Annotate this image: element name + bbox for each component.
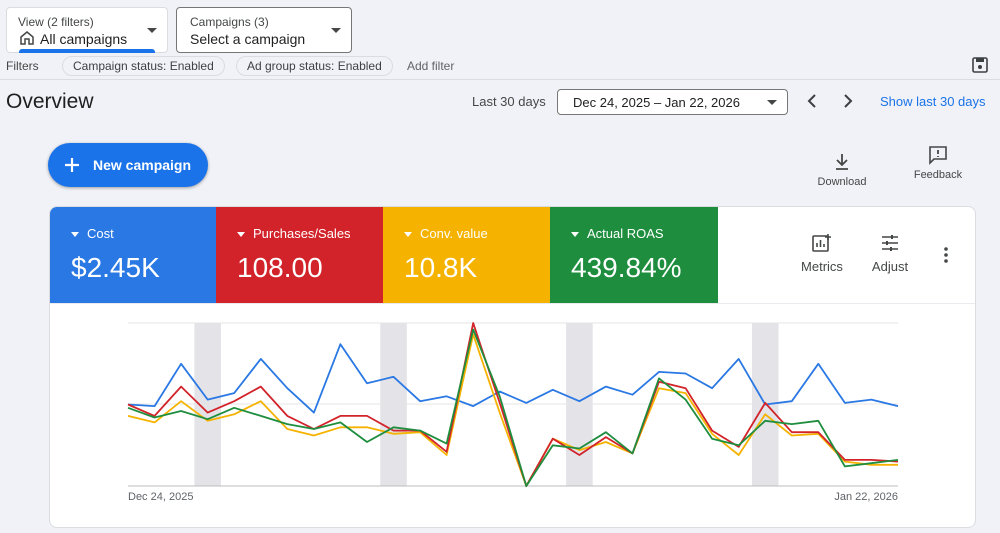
adjust-button[interactable]: Adjust xyxy=(863,233,917,274)
performance-card: Cost $2.45K Purchases/Sales 108.00 Conv.… xyxy=(49,206,976,528)
metric-label: Actual ROAS xyxy=(587,226,664,241)
metrics-button[interactable]: Metrics xyxy=(794,233,850,274)
view-selector-value: All campaigns xyxy=(40,31,128,47)
new-campaign-button[interactable]: New campaign xyxy=(48,143,208,187)
caret-down-icon xyxy=(571,232,579,237)
feedback-label: Feedback xyxy=(913,169,963,181)
performance-line-chart: Dec 24, 2025 Jan 22, 2026 xyxy=(127,322,899,503)
metric-value: $2.45K xyxy=(71,252,160,283)
chevron-down-icon xyxy=(147,28,157,33)
date-range-picker[interactable]: Dec 24, 2025 – Jan 22, 2026 xyxy=(557,89,788,115)
chevron-down-icon xyxy=(767,100,777,105)
caret-down-icon xyxy=(404,232,412,237)
page-title: Overview xyxy=(6,90,94,113)
view-selector[interactable]: View (2 filters) All campaigns xyxy=(6,7,168,53)
download-icon xyxy=(836,154,848,170)
metric-label: Purchases/Sales xyxy=(253,226,351,241)
add-filter-button[interactable]: Add filter xyxy=(407,59,454,73)
x-axis-start-label: Dec 24, 2025 xyxy=(128,491,193,503)
plus-icon xyxy=(65,158,79,172)
chevron-left-icon[interactable] xyxy=(802,91,822,111)
metric-value: 10.8K xyxy=(404,252,478,283)
series-line-3 xyxy=(127,328,899,487)
more-vert-icon[interactable] xyxy=(938,245,954,265)
metric-tile-cost[interactable]: Cost $2.45K xyxy=(50,207,216,303)
add-chart-icon xyxy=(812,234,831,252)
filter-chip-ad-group-status[interactable]: Ad group status: Enabled xyxy=(236,56,393,76)
new-campaign-label: New campaign xyxy=(93,157,192,173)
tune-icon xyxy=(882,235,898,251)
save-icon[interactable] xyxy=(970,55,990,75)
filter-chip-campaign-status[interactable]: Campaign status: Enabled xyxy=(62,56,225,76)
metric-label: Conv. value xyxy=(420,226,488,241)
series-line-0 xyxy=(127,343,899,414)
metric-tile-purchases[interactable]: Purchases/Sales 108.00 xyxy=(216,207,383,303)
download-label: Download xyxy=(817,176,867,188)
date-range-value: Dec 24, 2025 – Jan 22, 2026 xyxy=(573,95,740,110)
x-axis-end-label: Jan 22, 2026 xyxy=(834,491,898,503)
metric-value: 439.84% xyxy=(571,252,682,283)
filters-label: Filters xyxy=(6,59,39,73)
metric-tile-conv-value[interactable]: Conv. value 10.8K xyxy=(383,207,550,303)
metric-tile-roas[interactable]: Actual ROAS 439.84% xyxy=(550,207,718,303)
caret-down-icon xyxy=(237,232,245,237)
campaigns-selector[interactable]: Campaigns (3) Select a campaign xyxy=(176,7,352,53)
metric-label: Cost xyxy=(87,226,114,241)
chevron-down-icon xyxy=(331,28,341,33)
campaigns-selector-label: Campaigns (3) xyxy=(190,15,269,29)
divider xyxy=(0,79,1000,80)
home-icon xyxy=(20,31,34,45)
chevron-right-icon[interactable] xyxy=(838,91,858,111)
show-last-30-days-link[interactable]: Show last 30 days xyxy=(880,94,986,109)
selected-underline xyxy=(19,49,155,53)
adjust-label: Adjust xyxy=(871,259,909,274)
caret-down-icon xyxy=(71,232,79,237)
metrics-label: Metrics xyxy=(801,259,843,274)
feedback-icon xyxy=(929,146,947,165)
metric-value: 108.00 xyxy=(237,252,323,283)
view-selector-label: View (2 filters) xyxy=(18,15,94,29)
download-button[interactable]: Download xyxy=(812,152,872,188)
campaigns-selector-value: Select a campaign xyxy=(190,31,306,47)
feedback-button[interactable]: Feedback xyxy=(908,145,968,181)
date-range-label: Last 30 days xyxy=(472,94,546,109)
filters-bar: Filters Campaign status: Enabled Ad grou… xyxy=(0,56,1000,76)
